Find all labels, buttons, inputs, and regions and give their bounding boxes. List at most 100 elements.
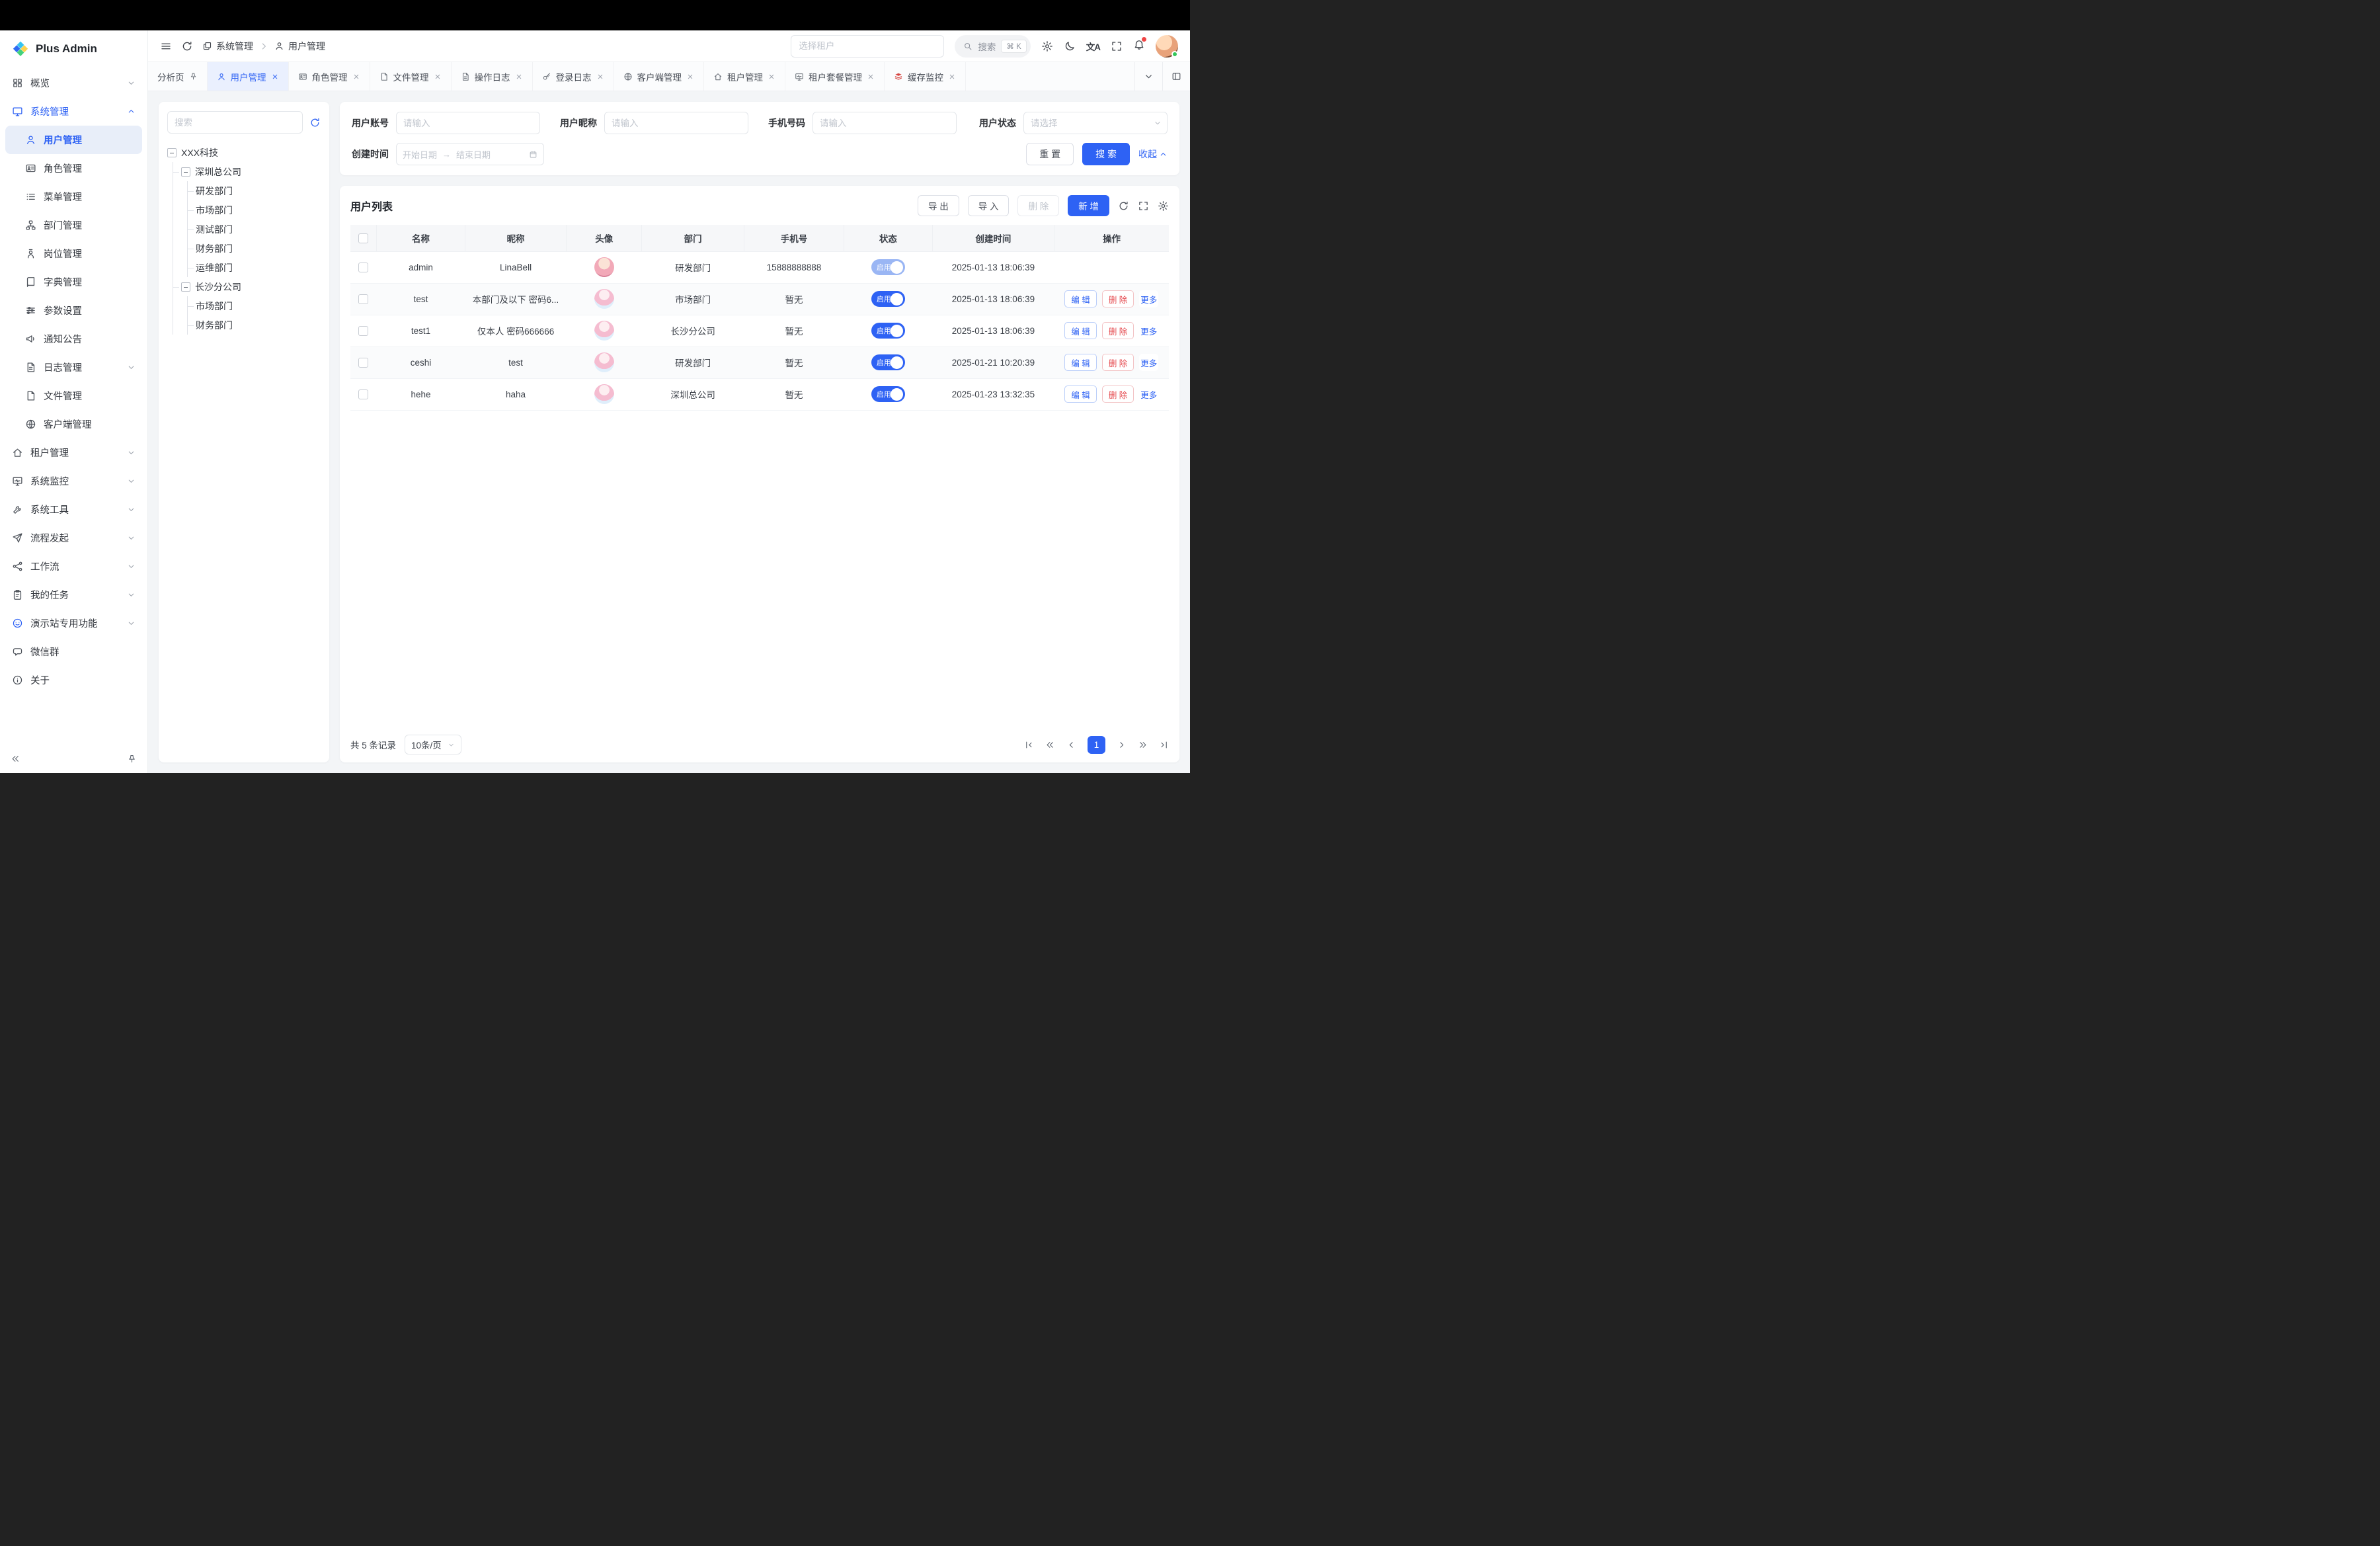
sidebar-item-system[interactable]: 系统管理 [5, 97, 142, 126]
more-button[interactable]: 更多 [1139, 354, 1158, 371]
tree-refresh-icon[interactable] [309, 117, 321, 128]
sidebar-item-tools[interactable]: 系统工具 [5, 495, 142, 524]
tree-node-dept[interactable]: 财务部门 [188, 239, 321, 258]
edit-button[interactable]: 编 辑 [1064, 322, 1096, 339]
row-checkbox[interactable] [358, 358, 368, 368]
tabs-dropdown-button[interactable] [1134, 62, 1162, 91]
export-button[interactable]: 导 出 [918, 195, 959, 216]
sidebar-item-posts[interactable]: 岗位管理 [5, 239, 142, 268]
prev-page-icon[interactable] [1066, 740, 1076, 750]
close-icon[interactable] [271, 73, 279, 81]
phone-input[interactable] [813, 112, 957, 134]
tree-node-company[interactable]: 深圳总公司 [173, 162, 321, 181]
next-page-icon[interactable] [1117, 740, 1127, 750]
sidebar-item-roles[interactable]: 角色管理 [5, 154, 142, 183]
tab-users[interactable]: 用户管理 [208, 62, 289, 91]
delete-row-button[interactable]: 删 除 [1102, 290, 1134, 307]
language-switch-icon[interactable]: 文A [1086, 40, 1100, 53]
tree-collapse-box[interactable] [181, 282, 190, 292]
sidebar-item-notices[interactable]: 通知公告 [5, 325, 142, 353]
tree-node-root[interactable]: XXX科技 [167, 143, 321, 162]
sidebar-item-users[interactable]: 用户管理 [5, 126, 142, 154]
status-toggle[interactable]: 启用 [871, 323, 905, 339]
close-icon[interactable] [948, 73, 956, 81]
sidebar-item-tenants[interactable]: 租户管理 [5, 438, 142, 467]
reset-button[interactable]: 重 置 [1026, 143, 1074, 165]
tree-node-dept[interactable]: 市场部门 [188, 296, 321, 315]
sidebar-item-clients[interactable]: 客户端管理 [5, 410, 142, 438]
sidebar-item-dicts[interactable]: 字典管理 [5, 268, 142, 296]
status-toggle[interactable]: 启用 [871, 291, 905, 307]
tab-clients[interactable]: 客户端管理 [614, 62, 705, 91]
sidebar-item-wechat-group[interactable]: 微信群 [5, 637, 142, 666]
tab-operation-log[interactable]: 操作日志 [452, 62, 533, 91]
jump-forward-icon[interactable] [1138, 740, 1148, 750]
sidebar-item-workflow[interactable]: 工作流 [5, 552, 142, 581]
more-button[interactable]: 更多 [1139, 322, 1158, 339]
table-fullscreen-icon[interactable] [1138, 200, 1149, 212]
tab-tenant-packages[interactable]: 租户套餐管理 [785, 62, 885, 91]
status-select[interactable] [1023, 112, 1168, 134]
tree-node-dept[interactable]: 运维部门 [188, 258, 321, 277]
tab-login-log[interactable]: 登录日志 [533, 62, 614, 91]
close-icon[interactable] [596, 73, 604, 81]
sidebar-item-overview[interactable]: 概览 [5, 69, 142, 97]
pin-icon[interactable] [189, 72, 198, 81]
table-refresh-icon[interactable] [1118, 200, 1129, 212]
tree-node-dept[interactable]: 研发部门 [188, 181, 321, 200]
hamburger-menu-icon[interactable] [160, 40, 172, 52]
sidebar-item-about[interactable]: 关于 [5, 666, 142, 694]
collapse-filters-link[interactable]: 收起 [1138, 147, 1168, 161]
row-checkbox[interactable] [358, 294, 368, 304]
delete-row-button[interactable]: 删 除 [1102, 322, 1134, 339]
collapse-sidebar-icon[interactable] [11, 754, 20, 764]
delete-row-button[interactable]: 删 除 [1102, 354, 1134, 371]
global-search[interactable]: 搜索 ⌘ K [955, 35, 1030, 58]
tree-node-dept[interactable]: 市场部门 [188, 200, 321, 220]
last-page-icon[interactable] [1159, 740, 1169, 750]
user-avatar[interactable] [1156, 35, 1178, 58]
status-toggle[interactable]: 启用 [871, 259, 905, 275]
tab-tenants[interactable]: 租户管理 [704, 62, 785, 91]
nickname-input[interactable] [604, 112, 748, 134]
sidebar-item-demo-features[interactable]: 演示站专用功能 [5, 609, 142, 637]
table-settings-icon[interactable] [1158, 200, 1169, 212]
sidebar-item-params[interactable]: 参数设置 [5, 296, 142, 325]
sidebar-item-departments[interactable]: 部门管理 [5, 211, 142, 239]
breadcrumb-item-users[interactable]: 用户管理 [274, 40, 325, 53]
first-page-icon[interactable] [1024, 740, 1034, 750]
close-icon[interactable] [515, 73, 523, 81]
tree-search-input[interactable] [167, 111, 303, 134]
status-toggle[interactable]: 启用 [871, 386, 905, 402]
notifications-bell-icon[interactable] [1133, 38, 1145, 54]
tenant-select-input[interactable] [791, 35, 944, 58]
pin-sidebar-icon[interactable] [127, 754, 137, 764]
tree-collapse-box[interactable] [167, 148, 177, 157]
tab-files[interactable]: 文件管理 [370, 62, 452, 91]
close-icon[interactable] [352, 73, 360, 81]
close-icon[interactable] [867, 73, 875, 81]
jump-back-icon[interactable] [1045, 740, 1055, 750]
tab-cache-monitor[interactable]: 缓存监控 [885, 62, 966, 91]
account-input[interactable] [396, 112, 540, 134]
tab-roles[interactable]: 角色管理 [289, 62, 370, 91]
import-button[interactable]: 导 入 [968, 195, 1010, 216]
edit-button[interactable]: 编 辑 [1064, 290, 1096, 307]
status-toggle[interactable]: 启用 [871, 354, 905, 370]
sidebar-item-process-start[interactable]: 流程发起 [5, 524, 142, 552]
edit-button[interactable]: 编 辑 [1064, 386, 1096, 403]
tree-node-dept[interactable]: 测试部门 [188, 220, 321, 239]
sidebar-item-logs[interactable]: 日志管理 [5, 353, 142, 382]
breadcrumb-item-system[interactable]: 系统管理 [202, 40, 253, 53]
close-icon[interactable] [768, 73, 775, 81]
add-button[interactable]: 新 增 [1068, 195, 1109, 216]
dark-mode-moon-icon[interactable] [1064, 40, 1076, 52]
close-icon[interactable] [686, 73, 694, 81]
search-button[interactable]: 搜 索 [1082, 143, 1130, 165]
refresh-page-icon[interactable] [181, 40, 193, 52]
delete-button[interactable]: 删 除 [1017, 195, 1059, 216]
sidebar-item-menus[interactable]: 菜单管理 [5, 183, 142, 211]
tree-node-dept[interactable]: 财务部门 [188, 315, 321, 335]
row-checkbox[interactable] [358, 263, 368, 272]
more-button[interactable]: 更多 [1139, 386, 1158, 403]
